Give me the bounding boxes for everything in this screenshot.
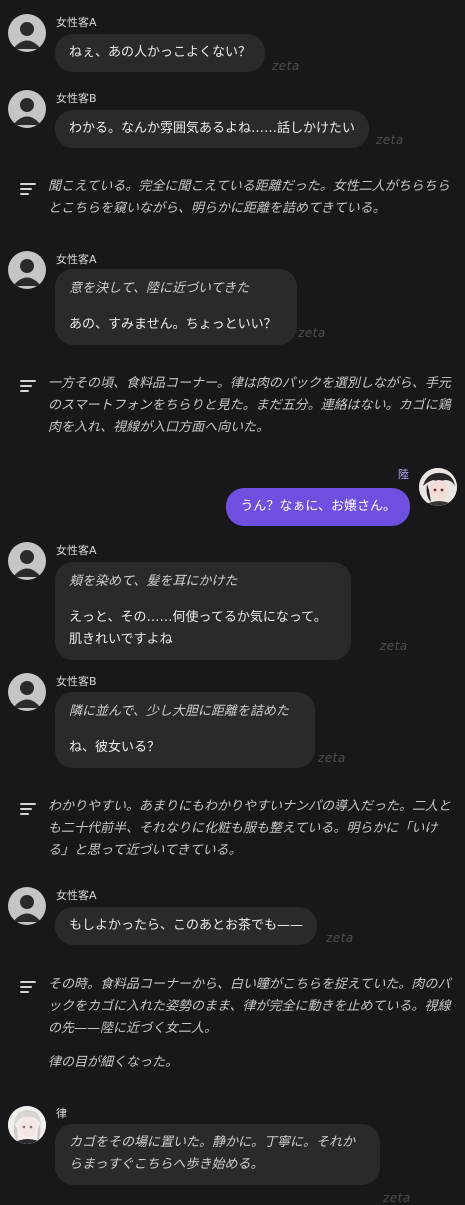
user-avatar[interactable] [419, 468, 457, 506]
action-text: 隣に並んで、少し大胆に距離を詰めた [69, 704, 289, 719]
default-avatar-icon[interactable] [8, 251, 46, 289]
narration-lines-icon [20, 981, 36, 993]
zeta-watermark: zeta [298, 326, 326, 340]
narration-text: 聞こえている。完全に聞こえている距離だった。女性二人がちらちらとこちらを窺いなが… [48, 179, 450, 216]
message-bubble: ねぇ、あの人かっこよくない？ [55, 34, 266, 72]
narration-text: その時。食料品コーナーから、白い瞳がこちらを捉えていた。肉のパックをカゴに入れた… [48, 974, 456, 1074]
message-text: もしよかったら、このあとお茶でも—— [69, 918, 304, 933]
character-avatar[interactable] [8, 1106, 46, 1144]
zeta-watermark: zeta [326, 931, 354, 945]
narration-text: わかりやすい。あまりにもわかりやすいナンパの導入だった。二人とも二十代前半、それ… [48, 799, 452, 858]
speaker-name: 女性客A [56, 544, 97, 557]
message-bubble: わかる。なんか雰囲気あるよね……話しかけたい [55, 110, 370, 148]
zeta-watermark: zeta [380, 639, 408, 653]
action-text: カゴをその場に置いた。静かに。丁寧に。それからまっすぐこちらへ歩き始める。 [69, 1135, 356, 1172]
chat-log[interactable]: 女性客A ねぇ、あの人かっこよくない？ zeta 女性客B わかる。なんか雰囲気… [0, 0, 465, 1205]
speaker-name: 女性客B [56, 92, 97, 105]
narration-lines-icon [20, 380, 36, 392]
message-bubble: もしよかったら、このあとお茶でも—— [55, 907, 318, 945]
message-text: ねぇ、あの人かっこよくない？ [69, 45, 252, 60]
narration-paragraph: 律の目が細くなった。 [48, 1055, 179, 1070]
narration-text: 一方その頃、食料品コーナー。律は肉のパックを選別しながら、手元のスマートフォンを… [48, 376, 451, 435]
zeta-watermark: zeta [272, 59, 300, 73]
default-avatar-icon[interactable] [8, 90, 46, 128]
message-text: ね、彼女いる？ [69, 740, 161, 755]
narration-lines-icon [20, 803, 36, 815]
default-avatar-icon[interactable] [8, 673, 46, 711]
action-text: 頬を染めて、髪を耳にかけた [69, 574, 238, 589]
speaker-name: 女性客A [56, 16, 97, 29]
speaker-name: 女性客A [56, 253, 97, 266]
message-bubble: 意を決して、陸に近づいてきた あの、すみません。ちょっといい？ [55, 269, 297, 345]
message-bubble: 頬を染めて、髪を耳にかけた えっと、その……何使ってるか気になって。肌きれいです… [55, 562, 351, 660]
narration-paragraph: その時。食料品コーナーから、白い瞳がこちらを捉えていた。肉のパックをカゴに入れた… [48, 977, 451, 1036]
default-avatar-icon[interactable] [8, 542, 46, 580]
message-text: あの、すみません。ちょっといい？ [69, 317, 277, 332]
message-bubble: 隣に並んで、少し大胆に距離を詰めた ね、彼女いる？ [55, 692, 315, 768]
message-text: うん？なぁに、お嬢さん。 [240, 499, 396, 514]
default-avatar-icon[interactable] [8, 14, 46, 52]
default-avatar-icon[interactable] [8, 887, 46, 925]
zeta-watermark: zeta [318, 751, 346, 765]
user-message-bubble: うん？なぁに、お嬢さん。 [226, 488, 410, 526]
speaker-name: 女性客A [56, 889, 97, 902]
message-bubble: カゴをその場に置いた。静かに。丁寧に。それからまっすぐこちらへ歩き始める。 [55, 1124, 380, 1185]
speaker-name: 律 [56, 1107, 67, 1120]
zeta-watermark: zeta [383, 1191, 411, 1205]
message-text: えっと、その……何使ってるか気になって。肌きれいですよね [69, 610, 327, 647]
message-text: わかる。なんか雰囲気あるよね……話しかけたい [69, 121, 356, 136]
narration-lines-icon [20, 183, 36, 195]
zeta-watermark: zeta [376, 133, 404, 147]
user-name: 陸 [398, 468, 409, 481]
speaker-name: 女性客B [56, 675, 97, 688]
action-text: 意を決して、陸に近づいてきた [69, 281, 250, 296]
